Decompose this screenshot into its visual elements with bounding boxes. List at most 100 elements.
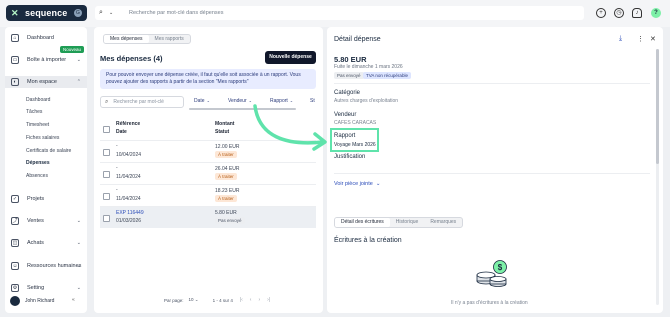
info-banner: Pour pouvoir envoyer une dépense créée, … — [100, 69, 316, 89]
filter-date[interactable]: Date ⌄ — [194, 98, 210, 104]
divider — [334, 83, 650, 84]
tab-history[interactable]: Historique — [390, 218, 425, 227]
scrollbar-thumb[interactable] — [656, 49, 659, 164]
cell-reference: - — [116, 165, 118, 171]
brand-badge: G — [74, 9, 82, 17]
status-badge: À traiter — [215, 151, 237, 158]
status-badge: Pas envoyé — [334, 72, 364, 79]
people-icon: ☺ — [11, 262, 19, 270]
avatar[interactable]: ? — [651, 8, 661, 18]
column-header-reference[interactable]: Référence — [116, 121, 140, 127]
sidebar-item-label: Setting — [27, 285, 45, 291]
chevron-down-icon: ⌄ — [76, 218, 81, 224]
sidebar-item-my-space[interactable]: ◐ Mon espace ⌃ — [5, 76, 87, 88]
sidebar-subitem-tasks[interactable]: Tâches — [26, 109, 42, 115]
last-page-icon[interactable]: ›| — [267, 297, 270, 303]
sidebar-item-dashboard[interactable]: ⌂ Dashboard — [5, 32, 87, 44]
row-checkbox[interactable] — [103, 171, 110, 178]
bell-icon[interactable]: ♪ — [632, 8, 642, 18]
check-icon: ✓ — [11, 195, 19, 203]
sidebar: ⌂ Dashboard Nouveau ▭ Boîte à importer ⌄… — [5, 27, 87, 313]
sidebar-item-label: Dashboard — [27, 35, 54, 41]
table-row[interactable]: - 11/04/2024 26.04 EUR À traiter — [100, 162, 316, 184]
category-label: Catégorie — [334, 90, 361, 96]
row-checkbox[interactable] — [103, 149, 110, 156]
clock-icon[interactable]: ◷ — [614, 8, 624, 18]
sidebar-item-settings[interactable]: ⚙ Setting ⌄ — [5, 282, 87, 294]
sidebar-item-sales[interactable]: ⤴ Ventes ⌄ — [5, 215, 87, 227]
sidebar-item-label: Achats — [27, 240, 44, 246]
collapse-sidebar-icon[interactable]: « — [72, 297, 75, 303]
chevron-down-icon[interactable]: ⌄ — [109, 10, 117, 16]
report-value[interactable]: Voyage Mars 2026 — [334, 142, 376, 148]
download-icon[interactable]: ⤓ — [619, 35, 622, 43]
inbox-icon: ▭ — [11, 56, 19, 64]
per-page-label: Par page: — [164, 297, 184, 303]
sidebar-item-hr[interactable]: ☺ Ressources humaines ⌄ — [5, 260, 87, 272]
select-all-checkbox[interactable] — [103, 126, 110, 133]
sidebar-item-projects[interactable]: ✓ Projets — [5, 193, 87, 205]
sidebar-subitem-expenses[interactable]: Dépenses — [26, 160, 50, 166]
sidebar-subitem-absences[interactable]: Absences — [26, 173, 48, 179]
view-attachment-link[interactable]: Voir pièce jointe ⌄ — [334, 181, 381, 187]
detail-tabs: Détail des écritures Historique Remarque… — [334, 217, 464, 228]
column-header-amount[interactable]: Montant — [215, 121, 234, 127]
row-checkbox[interactable] — [103, 215, 110, 222]
section-title: Écritures à la création — [334, 237, 402, 244]
sidebar-item-purchases[interactable]: ◫ Achats ⌄ — [5, 237, 87, 249]
vendor-label: Vendeur — [334, 112, 357, 118]
status-badge: Pas envoyé — [215, 217, 245, 224]
category-value: Autres charges d'exploitation — [334, 98, 399, 104]
new-expense-button[interactable]: Nouvelle dépense — [265, 51, 316, 64]
attachment-link-label: Voir pièce jointe — [334, 181, 373, 187]
more-icon[interactable]: ⋮ — [637, 35, 644, 43]
add-icon[interactable]: + — [596, 8, 606, 18]
logo[interactable]: ✕ sequence G — [6, 5, 87, 21]
tab-remarks[interactable]: Remarques — [424, 218, 462, 227]
sidebar-subitem-salary-certificates[interactable]: Certificats de salaire — [26, 148, 71, 154]
sales-icon: ⤴ — [11, 217, 19, 225]
close-icon[interactable]: ✕ — [650, 35, 656, 43]
per-page-value: 10 — [188, 297, 194, 302]
chevron-down-icon: ⌄ — [76, 240, 81, 246]
per-page-select[interactable]: 10 ⌄ — [189, 297, 199, 303]
tab-my-expenses[interactable]: Mes dépenses — [104, 35, 149, 43]
row-checkbox[interactable] — [103, 193, 110, 200]
sidebar-item-import-box[interactable]: ▭ Boîte à importer ⌄ — [5, 54, 87, 66]
first-page-icon[interactable]: |‹ — [240, 297, 243, 303]
cell-reference: - — [116, 187, 118, 193]
list-search-input[interactable]: ⌕ Recherche par mot-clé — [100, 96, 184, 108]
filter-label: Vendeur — [228, 98, 247, 104]
prev-page-icon[interactable]: ‹ — [250, 297, 252, 303]
pagination: Par page: 10 ⌄ 1 - 4 sur 4 |‹ ‹ › ›| — [164, 297, 270, 303]
home-icon: ⌂ — [11, 34, 19, 42]
cell-reference[interactable]: EXP 116449 — [116, 210, 144, 216]
next-page-icon[interactable]: › — [258, 297, 260, 303]
cell-date: 11/04/2024 — [116, 196, 141, 202]
chevron-down-icon: ⌄ — [206, 98, 210, 103]
page-range: 1 - 4 sur 4 — [212, 297, 233, 303]
status-badge: À traiter — [215, 173, 237, 180]
global-search[interactable]: ⌕ ⌄ Recherche par mot-clé dans dépenses — [95, 6, 584, 20]
sidebar-item-label: Boîte à importer — [27, 57, 67, 63]
chevron-down-icon: ⌄ — [76, 263, 81, 269]
column-header-date[interactable]: Date — [116, 129, 127, 135]
tab-my-reports[interactable]: Mes rapports — [149, 35, 190, 43]
sidebar-subitem-dashboard[interactable]: Dashboard — [26, 97, 50, 103]
view-tabs: Mes dépenses Mes rapports — [103, 34, 191, 44]
sidebar-item-label: Ressources humaines — [27, 263, 82, 269]
page-title: Mes dépenses (4) — [100, 54, 163, 63]
annotation-arrow-icon — [253, 104, 327, 151]
logo-mark-icon: ✕ — [11, 7, 19, 18]
table-row[interactable]: - 11/04/2024 18.23 EUR À traiter — [100, 184, 316, 206]
sidebar-subitem-timesheet[interactable]: Timesheet — [26, 122, 49, 128]
user-profile[interactable]: John Richard — [10, 296, 54, 306]
cell-reference: - — [116, 143, 118, 149]
sidebar-item-label: Projets — [27, 196, 45, 202]
tab-entries[interactable]: Détail des écritures — [335, 218, 390, 227]
cell-date: 11/04/2024 — [116, 174, 141, 180]
table-row-selected[interactable]: EXP 116449 01/03/2026 5.80 EUR Pas envoy… — [100, 206, 316, 228]
column-header-status[interactable]: Statut — [215, 129, 229, 135]
coins-illustration-icon: $ — [476, 260, 507, 287]
sidebar-subitem-payslips[interactable]: Fiches salaires — [26, 135, 59, 141]
